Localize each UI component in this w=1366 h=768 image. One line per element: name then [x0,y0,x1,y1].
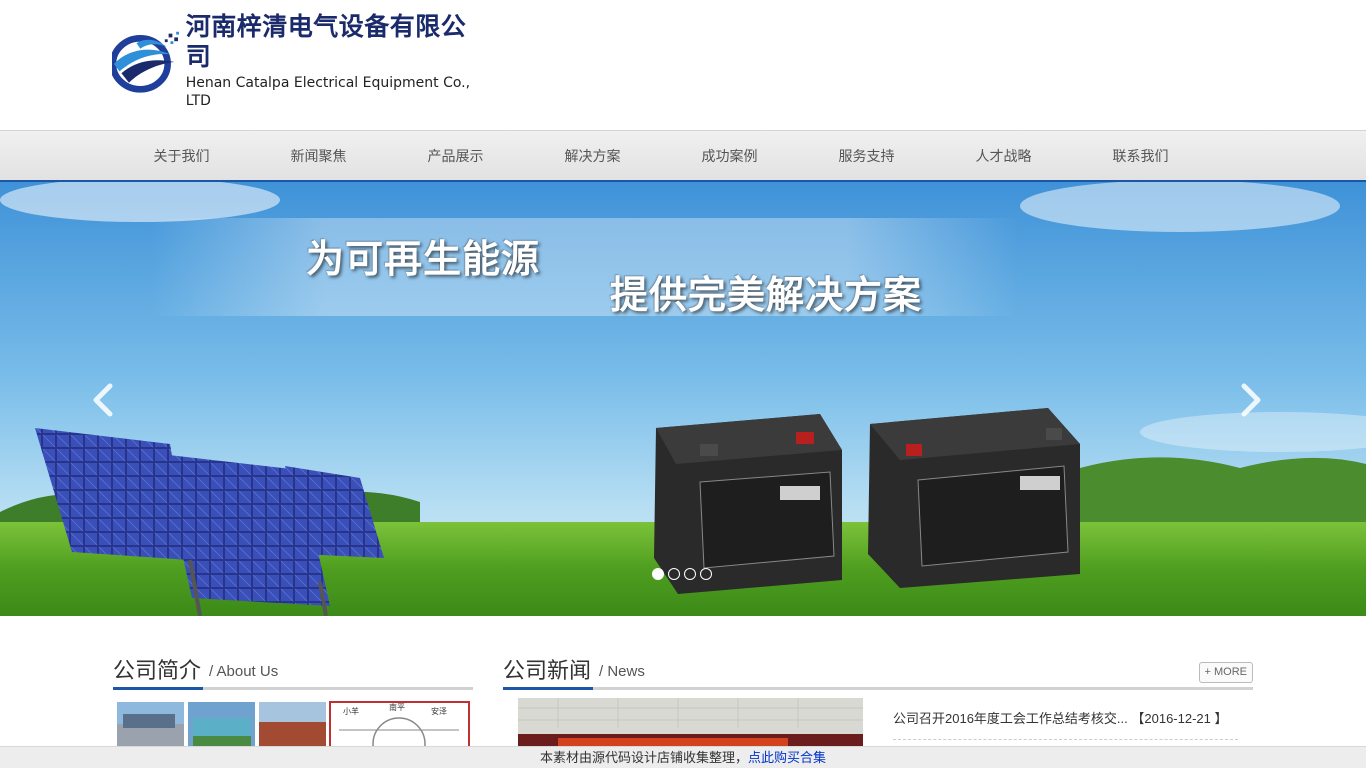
logo[interactable]: 河南梓清电气设备有限公司 Henan Catalpa Electrical Eq… [112,12,482,109]
banner-dot-1[interactable] [652,568,664,580]
banner-dot-3[interactable] [684,568,696,580]
about-section: 公司简介 / About Us [113,656,473,690]
news-item-title[interactable]: 公司召开2016年度工会工作总结考核交... [893,711,1128,726]
logo-text: 河南梓清电气设备有限公司 Henan Catalpa Electrical Eq… [186,12,482,110]
nav-item-contact[interactable]: 联系我们 [1072,131,1209,181]
about-section-header: 公司简介 / About Us [113,656,473,690]
news-item-date: 【2016-12-21 】 [1131,711,1228,726]
about-title[interactable]: 公司简介 [113,656,204,690]
nav-item-solutions[interactable]: 解决方案 [524,131,661,181]
footer-notice-bar: 本素材由源代码设计店铺收集整理，点此购买合集 [0,746,1366,768]
news-more-button[interactable]: + MORE [1198,662,1253,683]
page: 河南梓清电气设备有限公司 Henan Catalpa Electrical Eq… [0,0,1366,768]
news-section-header: 公司新闻 / News + MORE [503,656,1253,690]
footer-notice-text: 本素材由源代码设计店铺收集整理， [539,750,748,765]
company-name-en: Henan Catalpa Electrical Equipment Co., … [185,75,471,109]
svg-text:南平: 南平 [389,702,405,712]
chevron-left-icon [93,383,113,417]
about-subtitle: / About Us [209,663,279,680]
about-images: 小羊 南平 安泽 [117,701,470,750]
nav-item-news[interactable]: 新闻聚焦 [250,131,387,181]
footer-purchase-link[interactable]: 点此购买合集 [748,750,826,765]
svg-text:小羊: 小羊 [343,706,359,716]
banner-image [0,182,1366,616]
logo-mark-icon [112,31,179,93]
news-list-item[interactable]: 公司召开2016年度工会工作总结考核交... 【2016-12-21 】 [893,708,1238,740]
nav-item-cases[interactable]: 成功案例 [661,131,798,181]
banner-dot-4[interactable] [700,568,712,580]
hero-banner: 为可再生能源 提供完美解决方案 [0,182,1366,616]
news-subtitle: / News [599,663,645,680]
news-title[interactable]: 公司新闻 [503,656,594,690]
company-name-cn: 河南梓清电气设备有限公司 [185,12,467,71]
news-section: 公司新闻 / News + MORE [503,656,1253,690]
nav-item-products[interactable]: 产品展示 [387,131,524,181]
banner-dot-2[interactable] [668,568,680,580]
banner-prev-button[interactable] [88,382,118,418]
news-image[interactable] [518,698,863,750]
banner-pagination [652,568,712,580]
nav-item-careers[interactable]: 人才战略 [935,131,1072,181]
nav-item-support[interactable]: 服务支持 [798,131,935,181]
nav-item-about[interactable]: 关于我们 [113,131,250,181]
main-nav: 关于我们 新闻聚焦 产品展示 解决方案 成功案例 服务支持 人才战略 联系我们 [0,130,1366,182]
banner-slogan-line2: 提供完美解决方案 [610,273,923,317]
header: 河南梓清电气设备有限公司 Henan Catalpa Electrical Eq… [0,0,1366,130]
banner-next-button[interactable] [1236,382,1266,418]
svg-text:安泽: 安泽 [431,706,447,716]
banner-slogan-line1: 为可再生能源 [306,237,541,281]
chevron-right-icon [1241,383,1261,417]
